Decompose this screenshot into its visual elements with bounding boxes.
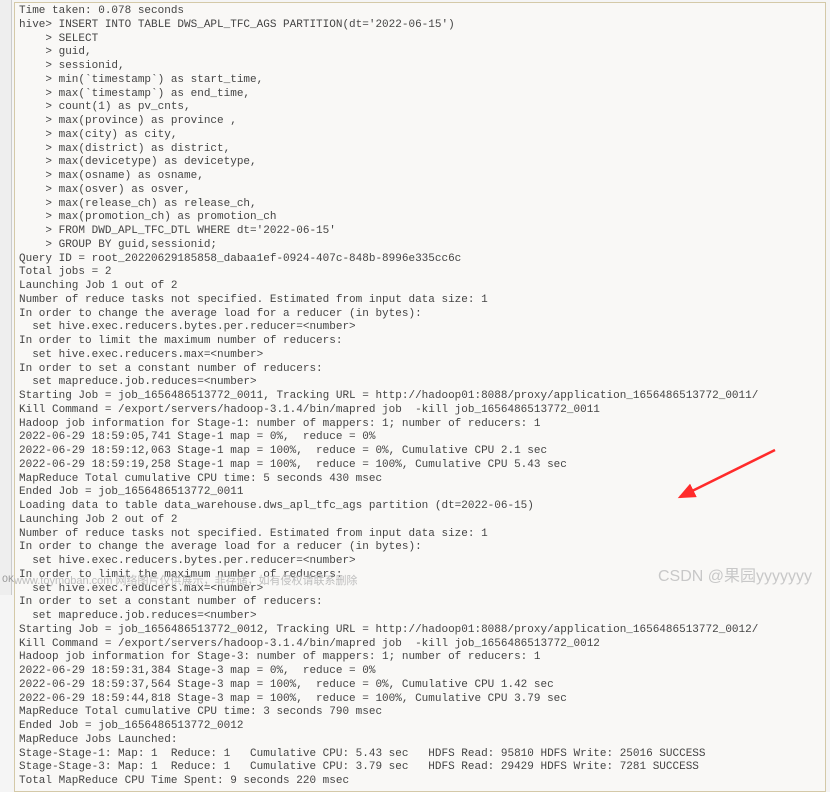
- terminal-line: > max(osname) as osname,: [19, 170, 821, 184]
- terminal-line: Query ID = root_20220629185858_dabaa1ef-…: [19, 253, 821, 267]
- terminal-line: > guid,: [19, 46, 821, 60]
- terminal-line: MapReduce Total cumulative CPU time: 5 s…: [19, 473, 821, 487]
- terminal-line: In order to change the average load for …: [19, 541, 821, 555]
- terminal-line: 2022-06-29 18:59:31,384 Stage-3 map = 0%…: [19, 665, 821, 679]
- terminal-line: > min(`timestamp`) as start_time,: [19, 74, 821, 88]
- terminal-line: > sessionid,: [19, 60, 821, 74]
- terminal-line: > count(1) as pv_cnts,: [19, 101, 821, 115]
- terminal-line: Launching Job 2 out of 2: [19, 514, 821, 528]
- terminal-line: > max(devicetype) as devicetype,: [19, 156, 821, 170]
- terminal-line: Kill Command = /export/servers/hadoop-3.…: [19, 404, 821, 418]
- terminal-line: Hadoop job information for Stage-3: numb…: [19, 651, 821, 665]
- editor-gutter: [0, 0, 12, 595]
- watermark-source: www.toymoban.com 网络图片仅供展示，非存储，如有侵权请联系删除: [14, 575, 357, 589]
- terminal-line: > FROM DWD_APL_TFC_DTL WHERE dt='2022-06…: [19, 225, 821, 239]
- status-ok: OK: [2, 575, 14, 588]
- terminal-line: Total jobs = 2: [19, 266, 821, 280]
- terminal-line: Ended Job = job_1656486513772_0012: [19, 720, 821, 734]
- terminal-line: 2022-06-29 18:59:05,741 Stage-1 map = 0%…: [19, 431, 821, 445]
- terminal-line: > max(city) as city,: [19, 129, 821, 143]
- terminal-output[interactable]: Time taken: 0.078 secondshive> INSERT IN…: [14, 2, 826, 792]
- terminal-line: 2022-06-29 18:59:12,063 Stage-1 map = 10…: [19, 445, 821, 459]
- terminal-line: Time taken: 0.078 seconds: [19, 5, 821, 19]
- terminal-line: hive> INSERT INTO TABLE DWS_APL_TFC_AGS …: [19, 19, 821, 33]
- terminal-line: > GROUP BY guid,sessionid;: [19, 239, 821, 253]
- terminal-line: > max(district) as district,: [19, 143, 821, 157]
- terminal-line: > SELECT: [19, 33, 821, 47]
- terminal-line: > max(promotion_ch) as promotion_ch: [19, 211, 821, 225]
- terminal-line: > max(osver) as osver,: [19, 184, 821, 198]
- terminal-line: set hive.exec.reducers.bytes.per.reducer…: [19, 321, 821, 335]
- terminal-line: Ended Job = job_1656486513772_0011: [19, 486, 821, 500]
- terminal-line: Stage-Stage-1: Map: 1 Reduce: 1 Cumulati…: [19, 748, 821, 762]
- terminal-line: Loading data to table data_warehouse.dws…: [19, 500, 821, 514]
- terminal-line: 2022-06-29 18:59:44,818 Stage-3 map = 10…: [19, 693, 821, 707]
- terminal-line: In order to change the average load for …: [19, 308, 821, 322]
- terminal-line: set mapreduce.job.reduces=<number>: [19, 376, 821, 390]
- terminal-line: In order to set a constant number of red…: [19, 363, 821, 377]
- terminal-line: Starting Job = job_1656486513772_0012, T…: [19, 624, 821, 638]
- terminal-line: Launching Job 1 out of 2: [19, 280, 821, 294]
- terminal-line: Number of reduce tasks not specified. Es…: [19, 528, 821, 542]
- terminal-line: In order to limit the maximum number of …: [19, 335, 821, 349]
- terminal-line: Stage-Stage-3: Map: 1 Reduce: 1 Cumulati…: [19, 761, 821, 775]
- terminal-line: Kill Command = /export/servers/hadoop-3.…: [19, 638, 821, 652]
- terminal-line: In order to set a constant number of red…: [19, 596, 821, 610]
- terminal-line: MapReduce Total cumulative CPU time: 3 s…: [19, 706, 821, 720]
- watermark-author: CSDN @果园yyyyyyy: [658, 567, 812, 587]
- terminal-line: > max(province) as province ,: [19, 115, 821, 129]
- terminal-line: set mapreduce.job.reduces=<number>: [19, 610, 821, 624]
- terminal-line: Hadoop job information for Stage-1: numb…: [19, 418, 821, 432]
- terminal-line: Starting Job = job_1656486513772_0011, T…: [19, 390, 821, 404]
- terminal-line: set hive.exec.reducers.max=<number>: [19, 349, 821, 363]
- terminal-line: > max(release_ch) as release_ch,: [19, 198, 821, 212]
- terminal-line: MapReduce Jobs Launched:: [19, 734, 821, 748]
- terminal-line: 2022-06-29 18:59:19,258 Stage-1 map = 10…: [19, 459, 821, 473]
- terminal-line: > max(`timestamp`) as end_time,: [19, 88, 821, 102]
- terminal-line: Number of reduce tasks not specified. Es…: [19, 294, 821, 308]
- terminal-line: 2022-06-29 18:59:37,564 Stage-3 map = 10…: [19, 679, 821, 693]
- terminal-line: Total MapReduce CPU Time Spent: 9 second…: [19, 775, 821, 789]
